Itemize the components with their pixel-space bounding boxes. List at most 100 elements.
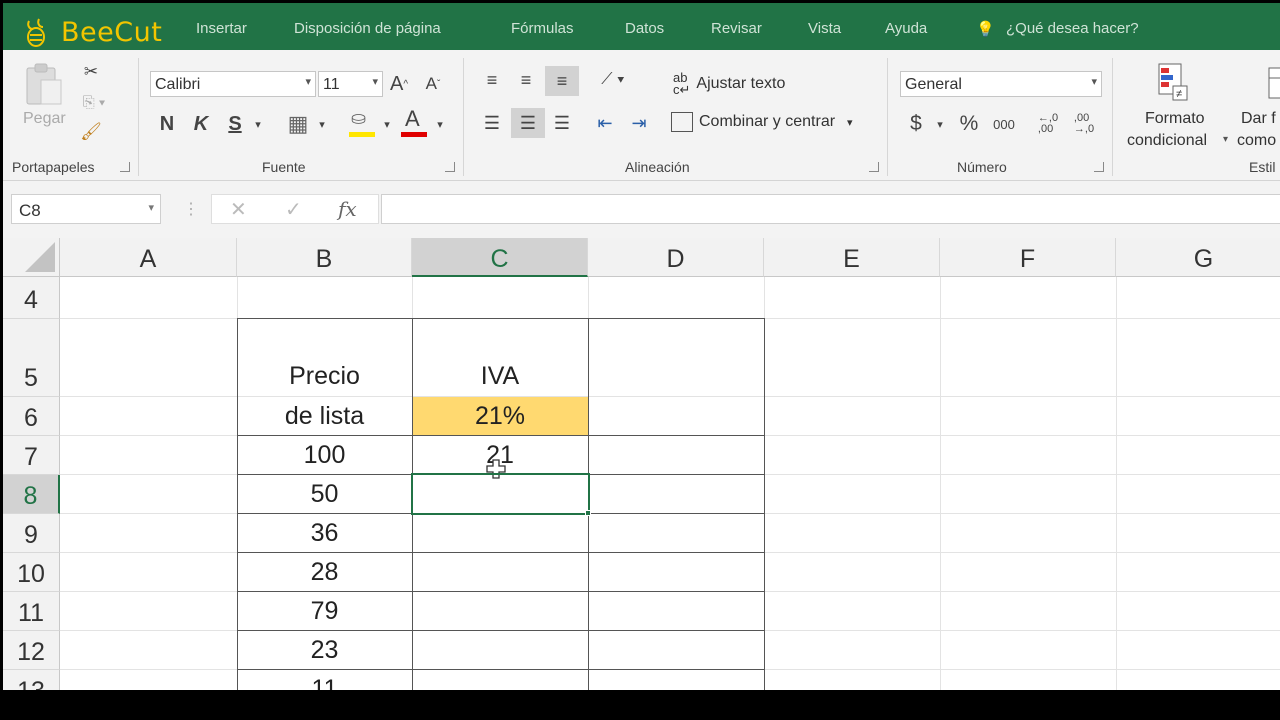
- active-cell-c8[interactable]: [411, 473, 590, 515]
- group-label-styles: Estil: [1249, 159, 1276, 175]
- shrink-font-button[interactable]: Aˇ: [420, 71, 446, 97]
- merge-center-button[interactable]: Combinar y centrar ▾: [671, 112, 853, 132]
- tell-me-search[interactable]: ¿Qué desea hacer?: [1006, 20, 1139, 37]
- number-format-combo[interactable]: General ▾: [900, 71, 1102, 97]
- merge-center-icon: [671, 112, 693, 132]
- tab-ayuda[interactable]: Ayuda: [885, 20, 927, 37]
- bold-button[interactable]: N: [155, 110, 179, 138]
- format-painter-icon[interactable]: 🖌: [79, 120, 103, 144]
- align-middle-icon[interactable]: ≡: [513, 66, 539, 94]
- row-header-13[interactable]: 13: [3, 670, 60, 690]
- fill-color-dropdown-icon[interactable]: ▾: [380, 112, 394, 136]
- svg-text:≠: ≠: [1176, 88, 1182, 100]
- font-name-combo[interactable]: Calibri ▾: [150, 71, 316, 97]
- cell-b13[interactable]: 11: [237, 675, 412, 690]
- tab-formulas[interactable]: Fórmulas: [511, 20, 574, 37]
- cut-icon[interactable]: ✂: [79, 60, 103, 84]
- tab-vista[interactable]: Vista: [808, 20, 841, 37]
- grow-font-button[interactable]: A ^: [386, 71, 412, 97]
- paste-icon: [26, 63, 62, 105]
- tab-disposicion[interactable]: Disposición de página: [294, 20, 441, 37]
- align-right-icon[interactable]: ☰: [549, 108, 575, 138]
- align-center-icon[interactable]: ☰: [511, 108, 545, 138]
- select-all-button[interactable]: [3, 238, 60, 277]
- formula-input[interactable]: [381, 194, 1280, 224]
- font-color-dropdown-icon[interactable]: ▾: [433, 112, 447, 136]
- font-launcher-icon[interactable]: [445, 162, 455, 172]
- formula-bar-buttons: ✕ ✓ fx: [211, 194, 379, 224]
- decrease-indent-icon[interactable]: ⇤: [591, 108, 619, 138]
- cell-b6[interactable]: de lista: [237, 402, 412, 431]
- cell-b7[interactable]: 100: [237, 441, 412, 470]
- font-color-button[interactable]: A: [399, 106, 429, 140]
- wrap-text-button[interactable]: ab c↵ Ajustar texto: [673, 70, 785, 97]
- row-header-5[interactable]: 5: [3, 319, 60, 397]
- cell-c5[interactable]: IVA: [412, 362, 588, 391]
- bee-logo-icon: [27, 18, 45, 47]
- cancel-icon[interactable]: ✕: [230, 197, 247, 222]
- percent-button[interactable]: %: [956, 110, 982, 138]
- tab-insertar[interactable]: Insertar: [196, 20, 247, 37]
- cell-c6[interactable]: 21%: [412, 402, 588, 431]
- font-size-combo[interactable]: 11 ▾: [318, 71, 383, 97]
- column-header-a[interactable]: A: [60, 238, 237, 277]
- align-left-icon[interactable]: ☰: [479, 108, 505, 138]
- row-header-6[interactable]: 6: [3, 397, 60, 436]
- paste-button[interactable]: Pegar: [17, 60, 73, 130]
- column-header-d[interactable]: D: [588, 238, 764, 277]
- underline-button[interactable]: S: [223, 110, 247, 138]
- insert-function-icon[interactable]: fx: [338, 197, 357, 221]
- column-header-e[interactable]: E: [764, 238, 940, 277]
- orientation-icon[interactable]: ⟋ ▾: [593, 66, 633, 94]
- column-header-g[interactable]: G: [1116, 238, 1280, 277]
- align-top-icon[interactable]: ≡: [479, 66, 505, 94]
- row-header-12[interactable]: 12: [3, 631, 60, 670]
- row-header-11[interactable]: 11: [3, 592, 60, 631]
- borders-dropdown-icon[interactable]: ▾: [315, 112, 329, 136]
- copy-icon[interactable]: ⎘ ▾: [79, 90, 109, 114]
- cell-b5[interactable]: Precio: [237, 362, 412, 391]
- column-header-f[interactable]: F: [940, 238, 1116, 277]
- conditional-format-button[interactable]: ≠ Formato condicional ▾: [1123, 58, 1233, 154]
- thousands-button[interactable]: 000: [989, 110, 1019, 138]
- currency-button[interactable]: $: [905, 110, 927, 138]
- tab-datos[interactable]: Datos: [625, 20, 664, 37]
- cell-b12[interactable]: 23: [237, 636, 412, 665]
- cell-b9[interactable]: 36: [237, 519, 412, 548]
- row-header-10[interactable]: 10: [3, 553, 60, 592]
- cell-b10[interactable]: 28: [237, 558, 412, 587]
- table-border: [237, 591, 765, 592]
- name-box-dropdown-icon: ▾: [148, 202, 154, 214]
- wrap-text-icon: ab c↵: [673, 70, 691, 97]
- tab-revisar[interactable]: Revisar: [711, 20, 762, 37]
- column-header-c[interactable]: C: [412, 238, 588, 277]
- row-header-4[interactable]: 4: [3, 277, 60, 319]
- number-launcher-icon[interactable]: [1094, 162, 1104, 172]
- alignment-launcher-icon[interactable]: [869, 162, 879, 172]
- row-header-7[interactable]: 7: [3, 436, 60, 475]
- group-divider: [463, 58, 464, 176]
- name-box[interactable]: C8 ▾: [11, 194, 161, 224]
- enter-icon[interactable]: ✓: [285, 197, 302, 222]
- clipboard-launcher-icon[interactable]: [120, 162, 130, 172]
- name-box-value: C8: [19, 201, 41, 220]
- currency-dropdown-icon[interactable]: ▾: [933, 112, 947, 136]
- cell-b11[interactable]: 79: [237, 597, 412, 626]
- row-header-9[interactable]: 9: [3, 514, 60, 553]
- cell-b8[interactable]: 50: [237, 480, 412, 509]
- format-as-table-button[interactable]: Dar f como: [1237, 58, 1280, 154]
- increase-indent-icon[interactable]: ⇥: [625, 108, 653, 138]
- row-header-8[interactable]: 8: [3, 475, 60, 514]
- italic-button[interactable]: K: [189, 110, 213, 138]
- group-label-alignment: Alineación: [625, 159, 690, 175]
- fill-handle[interactable]: [585, 510, 591, 516]
- group-label-font: Fuente: [262, 159, 306, 175]
- increase-decimal-icon[interactable]: ←,0,00: [1033, 110, 1063, 138]
- align-bottom-icon[interactable]: ≡: [545, 66, 579, 96]
- fill-color-button[interactable]: ⛀: [347, 108, 377, 140]
- decrease-decimal-icon[interactable]: ,00 →,0: [1069, 110, 1099, 138]
- borders-icon[interactable]: ▦: [283, 110, 313, 138]
- column-header-b[interactable]: B: [237, 238, 412, 277]
- merge-center-label: Combinar y centrar: [699, 113, 836, 130]
- underline-dropdown-icon[interactable]: ▾: [251, 112, 265, 136]
